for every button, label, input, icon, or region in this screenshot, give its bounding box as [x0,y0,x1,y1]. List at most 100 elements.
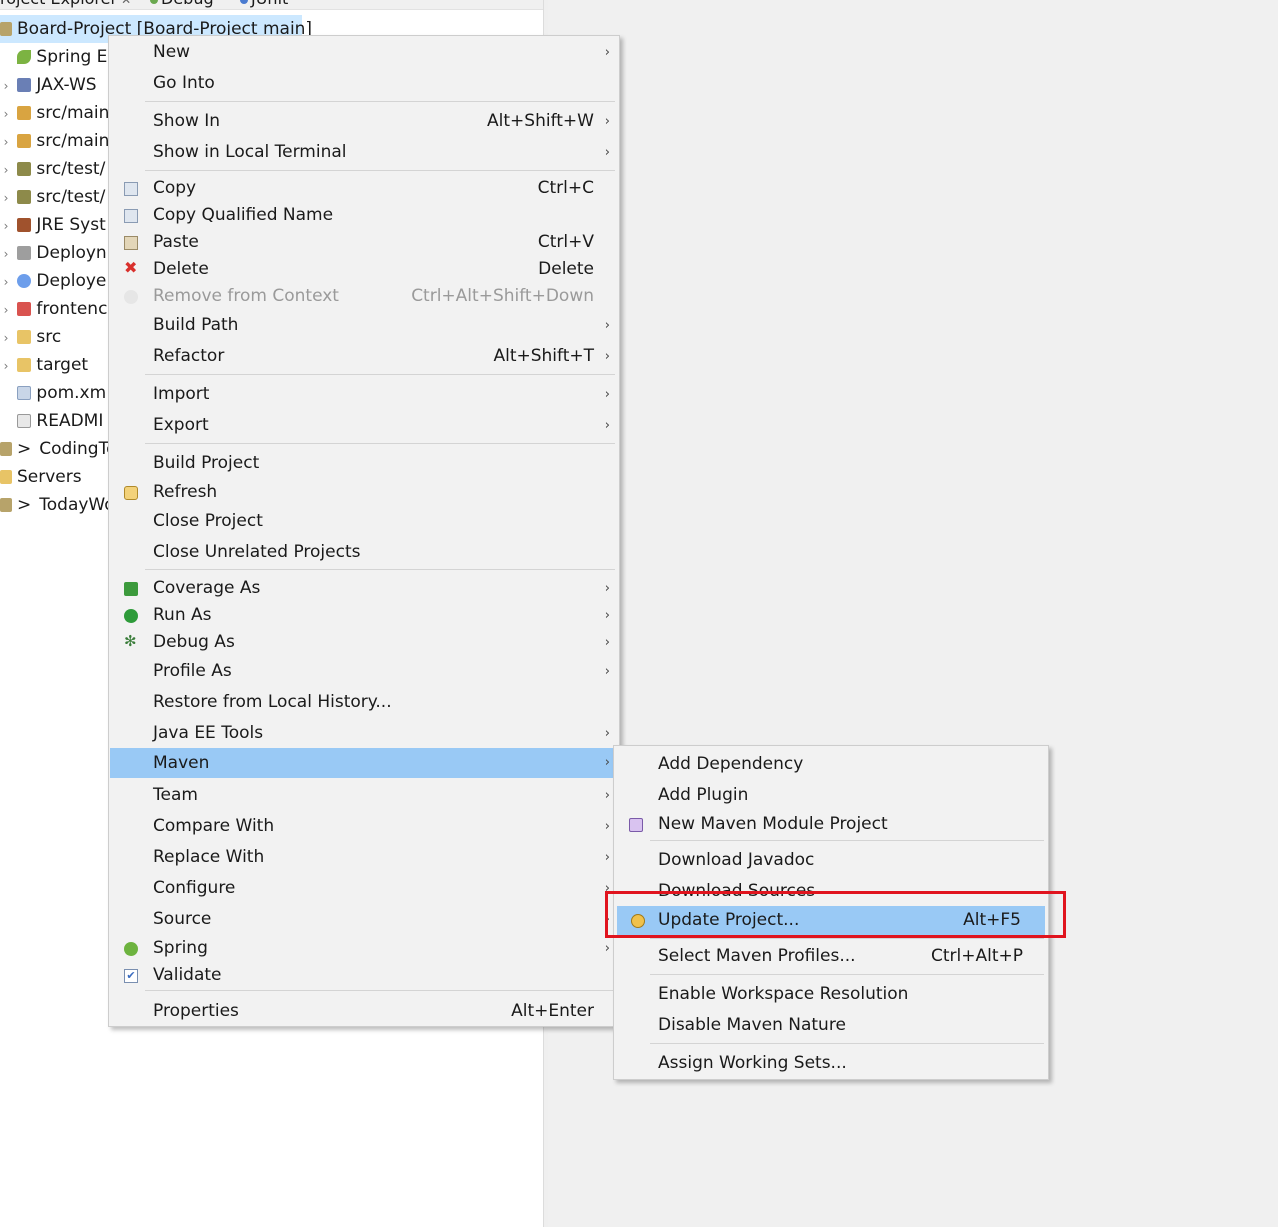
menu-item-properties[interactable]: Properties Alt+Enter [110,997,618,1026]
tree-item-codingte[interactable]: > CodingTe [0,435,117,463]
menu-item-new-maven-module-project[interactable]: New Maven Module Project [615,810,1047,839]
menu-item-close-unrelated-projects[interactable]: Close Unrelated Projects [110,538,618,567]
chevron-right-icon: › [604,114,610,129]
menu-item-source[interactable]: Source › [110,905,618,934]
menu-item-show-in-local-terminal[interactable]: Show in Local Terminal › [110,138,618,167]
menu-item-new[interactable]: New › [110,38,618,67]
expand-icon[interactable]: › [0,100,12,128]
menu-separator [145,170,615,171]
menu-item-import[interactable]: Import › [110,380,618,409]
chevron-right-icon: › [604,726,610,741]
expand-icon[interactable]: › [0,324,12,352]
expand-icon[interactable]: › [0,240,12,268]
menu-item-delete[interactable]: ✖ Delete Delete [110,255,618,284]
expand-icon[interactable]: › [0,352,12,380]
tree-item[interactable]: READMI [0,407,103,435]
menu-separator [145,990,615,991]
tree-item[interactable]: › src/test/ [0,155,106,184]
tree-item[interactable]: › Deployn [0,239,107,267]
tab-junit[interactable]: JUnit [240,0,288,10]
expand-icon[interactable]: › [0,296,12,324]
tree-item[interactable]: › frontenc [0,295,108,324]
expand-icon[interactable]: › [0,156,12,184]
menu-item-team[interactable]: Team › [110,781,618,810]
chevron-right-icon: › [604,418,610,433]
menu-item-build-project[interactable]: Build Project [110,449,618,478]
tree-item[interactable]: › JAX-WS [0,71,97,99]
tree-item[interactable]: › JRE Syst [0,211,106,239]
tree-item-label: TodayWo [39,495,115,515]
menu-item-disable-maven-nature[interactable]: Disable Maven Nature [615,1011,1047,1040]
expand-icon[interactable]: › [0,212,12,240]
menu-item-debug-as[interactable]: ✻ Debug As › [110,628,618,657]
menu-item-refactor[interactable]: Refactor Alt+Shift+T › [110,342,618,371]
menu-item-show-in[interactable]: Show In Alt+Shift+W › [110,107,618,136]
expand-icon[interactable]: › [0,72,12,100]
tree-item[interactable]: pom.xm [0,379,106,407]
menu-item-export[interactable]: Export › [110,411,618,440]
package-folder-icon [17,106,32,120]
expand-icon[interactable]: › [0,184,12,212]
menu-item-compare-with[interactable]: Compare With › [110,812,618,841]
chevron-right-icon: › [604,819,610,834]
chevron-right-icon: › [604,145,610,160]
menu-item-configure[interactable]: Configure › [110,874,618,903]
tree-item[interactable]: › src/test/ [0,183,106,212]
tree-item[interactable]: › src [0,323,62,352]
menu-separator [650,1043,1044,1044]
menu-item-remove-from-context[interactable]: Remove from Context Ctrl+Alt+Shift+Down [110,282,618,311]
menu-item-close-project[interactable]: Close Project [110,507,618,536]
menu-item-assign-working-sets[interactable]: Assign Working Sets... [615,1049,1047,1078]
tree-item-label: target [36,355,89,375]
menu-item-add-dependency[interactable]: Add Dependency [615,750,1047,779]
spring-leaf-icon [17,50,32,64]
tree-item[interactable]: › Deploye [0,267,107,296]
tab-project-explorer-label: roject Explorer [0,0,117,8]
project-icon [0,442,12,456]
expand-icon[interactable]: › [0,128,12,156]
tree-item-label: JRE Syst [36,215,106,235]
close-icon[interactable]: ✕ [121,0,131,7]
menu-item-add-plugin[interactable]: Add Plugin [615,781,1047,810]
menu-item-paste[interactable]: Paste Ctrl+V [110,228,618,257]
menu-item-profile-as[interactable]: Profile As › [110,657,618,686]
menu-item-restore-from-local-history[interactable]: Restore from Local History... [110,688,618,717]
tree-item[interactable]: › src/main [0,127,110,156]
menu-item-select-maven-profiles[interactable]: Select Maven Profiles... Ctrl+Alt+P [615,942,1047,971]
chevron-right-icon: › [604,850,610,865]
menu-item-coverage-as[interactable]: Coverage As › [110,574,618,603]
tree-item[interactable]: Spring E [0,43,107,71]
folder-open-icon [17,358,32,372]
menu-item-refresh[interactable]: Refresh [110,478,618,507]
chevron-right-icon: › [604,941,610,956]
tree-item[interactable]: › target [0,351,89,380]
library-icon [17,218,32,232]
menu-item-download-javadoc[interactable]: Download Javadoc [615,846,1047,875]
tree-item[interactable]: › src/main [0,99,110,128]
tree-item-todaywo[interactable]: > TodayWo [0,491,115,519]
menu-item-spring[interactable]: Spring › [110,934,618,963]
expand-icon[interactable]: › [0,268,12,296]
view-tab-strip: roject Explorer ✕ Debug JUnit [0,0,543,10]
menu-item-copy[interactable]: Copy Ctrl+C [110,174,618,203]
menu-item-build-path[interactable]: Build Path › [110,311,618,340]
menu-item-copy-qualified-name[interactable]: Copy Qualified Name [110,201,618,230]
menu-item-run-as[interactable]: Run As › [110,601,618,630]
menu-separator [145,101,615,102]
menu-item-enable-workspace-resolution[interactable]: Enable Workspace Resolution [615,980,1047,1009]
tab-debug[interactable]: Debug [150,0,214,10]
chevron-right-icon: › [604,664,610,679]
chevron-right-icon: › [604,318,610,333]
menu-item-replace-with[interactable]: Replace With › [110,843,618,872]
menu-separator [650,974,1044,975]
menu-item-validate[interactable]: ✔ Validate [110,961,618,990]
tree-item-label: CodingTe [39,439,117,459]
remove-context-icon [124,290,138,304]
tree-item-servers[interactable]: Servers [0,463,82,491]
tab-project-explorer[interactable]: roject Explorer ✕ [0,0,131,10]
tree-item-label: src/test/ [36,187,106,207]
webservice-icon [17,78,32,92]
menu-item-maven[interactable]: Maven › [110,748,618,778]
menu-item-go-into[interactable]: Go Into [110,69,618,98]
menu-item-java-ee-tools[interactable]: Java EE Tools › [110,719,618,748]
